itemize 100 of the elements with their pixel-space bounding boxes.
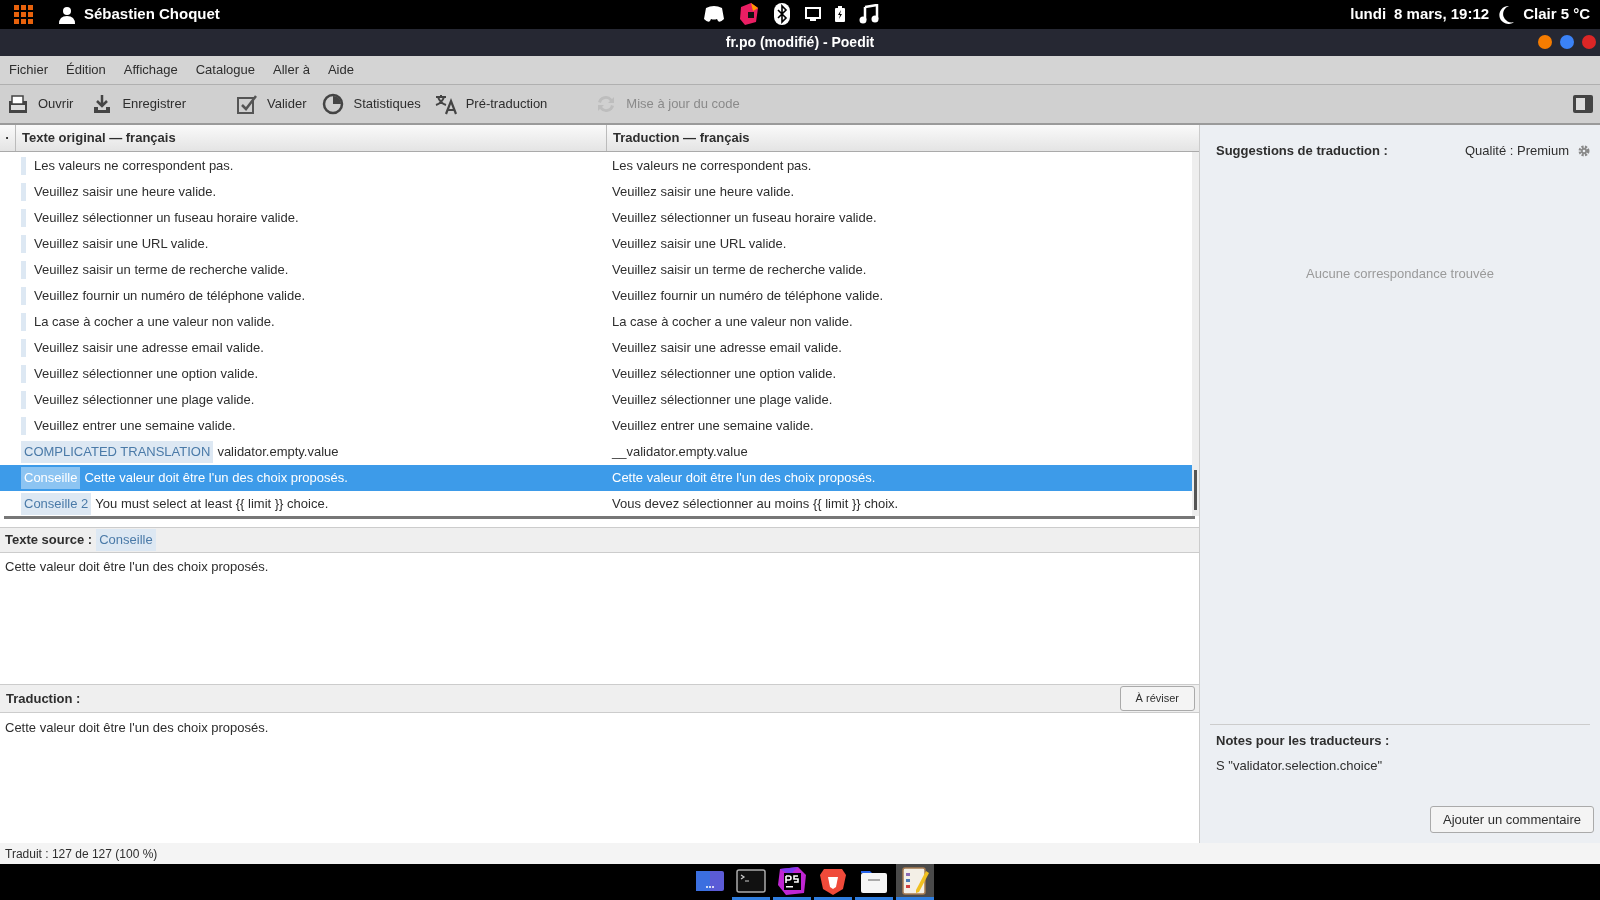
notes-title: Notes pour les traducteurs :: [1216, 732, 1391, 750]
translation-label: Traduction :: [6, 689, 81, 708]
user-icon: [58, 5, 76, 24]
table-row[interactable]: Conseille 2 You must select at least {{ limit }} choice. Vous devez sélectionner au moins {{ limit }} choix.: [0, 491, 1192, 517]
day-label[interactable]: lundi: [1350, 3, 1387, 26]
column-header[interactable]: ·: [0, 125, 16, 151]
menu-item[interactable]: Édition: [66, 60, 106, 80]
toolbar-button[interactable]: Pré-traduction: [434, 89, 548, 119]
menu-item[interactable]: Catalogue: [195, 60, 255, 80]
table-row[interactable]: COMPLICATED TRANSLATION validator.empty.value __validator.empty.value: [0, 439, 1192, 465]
table-row[interactable]: Veuillez sélectionner un fuseau horaire valide. Veuillez sélectionner un fuseau horaire valide.: [0, 205, 1192, 231]
menu-item[interactable]: Aller à: [273, 60, 310, 80]
table-row[interactable]: Veuillez saisir une adresse email valide. Veuillez saisir une adresse email valide.: [0, 335, 1192, 361]
table-row[interactable]: Veuillez sélectionner une option valide. Veuillez sélectionner une option valide.: [0, 361, 1192, 387]
table-row[interactable]: Veuillez sélectionner une plage valide. Veuillez sélectionner une plage valide.: [0, 387, 1192, 413]
table-row[interactable]: Veuillez saisir un terme de recherche valide. Veuillez saisir un terme de recherche valide.: [0, 257, 1192, 283]
context-tag: COMPLICATED TRANSLATION: [21, 441, 214, 463]
music-note-icon[interactable]: [859, 4, 879, 24]
row-marker: [21, 157, 26, 175]
column-header[interactable]: Texte original — français: [16, 125, 607, 151]
app-grid-icon[interactable]: [14, 4, 34, 25]
source-cell-text: La case à cocher a une valeur non valide.: [34, 313, 275, 332]
row-marker: [21, 417, 26, 435]
table-row[interactable]: Les valeurs ne correspondent pas. Les valeurs ne correspondent pas.: [0, 153, 1192, 179]
translation-cell-text: __validator.empty.value: [610, 443, 748, 462]
translation-cell-text: Veuillez sélectionner une plage valide.: [611, 391, 833, 410]
table-row[interactable]: Veuillez saisir une URL valide. Veuillez saisir une URL valide.: [0, 231, 1192, 257]
source-cell-text: Veuillez entrer une semaine valide.: [34, 417, 236, 436]
row-marker: [21, 287, 26, 305]
display-icon[interactable]: [805, 7, 821, 21]
table-row[interactable]: Veuillez fournir un numéro de téléphone valide. Veuillez fournir un numéro de téléphone valide.: [0, 283, 1192, 309]
table-row[interactable]: Veuillez entrer une semaine valide. Veuillez entrer une semaine valide.: [0, 413, 1192, 439]
table-row[interactable]: Veuillez saisir une heure valide. Veuillez saisir une heure valide.: [0, 179, 1192, 205]
dock-item[interactable]: [896, 864, 934, 900]
toolbar-button[interactable]: Statistiques: [322, 89, 421, 119]
row-marker: [21, 209, 26, 227]
toolbar-button[interactable]: Ouvrir: [7, 89, 74, 119]
row-marker: [21, 391, 26, 409]
source-cell-text: Les valeurs ne correspondent pas.: [34, 157, 234, 176]
source-label: Texte source :: [5, 531, 93, 550]
translation-field[interactable]: Cette valeur doit être l'un des choix proposés.: [0, 713, 1199, 843]
pie-chart-icon: [322, 93, 345, 115]
maximize-button[interactable]: [1560, 35, 1574, 49]
toolbar-button[interactable]: Enregistrer: [91, 89, 186, 119]
dock-item[interactable]: [773, 864, 811, 900]
translation-cell-text: Vous devez sélectionner au moins {{ limit }} choix.: [611, 495, 899, 514]
translation-cell-text: Veuillez saisir une URL valide.: [611, 235, 787, 254]
needs-review-button[interactable]: À réviser: [1119, 686, 1195, 711]
translation-cell-text: Veuillez fournir un numéro de téléphone valide.: [611, 287, 883, 306]
column-header[interactable]: Traduction — français: [607, 125, 1199, 151]
menu-item[interactable]: Aide: [327, 60, 354, 80]
suggestions-title: Suggestions de traduction :: [1216, 141, 1388, 160]
translation-cell-text: La case à cocher a une valeur non valide.: [611, 313, 853, 332]
translation-cell-text: Veuillez saisir une heure valide.: [611, 183, 795, 202]
row-marker: [21, 313, 26, 331]
app-logo-icon[interactable]: [739, 3, 759, 25]
source-cell-text: validator.empty.value: [217, 443, 339, 462]
source-cell-text: You must select at least {{ limit }} choice.: [95, 495, 329, 514]
toolbar-button[interactable]: Valider: [235, 89, 307, 119]
translation-cell-text: Veuillez saisir un terme de recherche valide.: [611, 261, 867, 280]
minimize-button[interactable]: [1538, 35, 1552, 49]
notes-text: S "validator.selection.choice": [1216, 756, 1384, 775]
add-comment-button[interactable]: Ajouter un commentaire: [1430, 806, 1594, 833]
sidebar-toggle-button[interactable]: [1573, 95, 1593, 113]
source-cell-text: Cette valeur doit être l'un des choix proposés.: [84, 469, 348, 488]
context-tag: Conseille: [96, 529, 156, 551]
status-text: Traduit : 127 de 127 (100 %): [5, 845, 158, 863]
translation-cell-text: Cette valeur doit être l'un des choix proposés.: [611, 469, 876, 488]
translation-cell-text: Veuillez entrer une semaine valide.: [611, 417, 814, 436]
source-text: Cette valeur doit être l'un des choix proposés.: [5, 559, 269, 574]
row-marker: [21, 339, 26, 357]
translation-cell-text: Veuillez sélectionner un fuseau horaire valide.: [611, 209, 877, 228]
moon-icon: [1497, 4, 1516, 25]
menu-item[interactable]: Affichage: [123, 60, 178, 80]
scrollbar[interactable]: [1192, 152, 1199, 516]
source-cell-text: Veuillez sélectionner une option valide.: [34, 365, 259, 384]
settings-icon[interactable]: [1578, 144, 1590, 157]
source-cell-text: Veuillez saisir une heure valide.: [34, 183, 217, 202]
checkbox-icon: [235, 93, 258, 115]
weather-label[interactable]: Clair 5 °C: [1523, 3, 1590, 26]
source-cell-text: Veuillez saisir un terme de recherche valide.: [34, 261, 289, 280]
row-marker: [21, 183, 26, 201]
context-tag: Conseille: [21, 467, 81, 489]
user-name[interactable]: Sébastien Choquet: [84, 3, 220, 26]
row-marker: [21, 365, 26, 383]
quality-label: Qualité : Premium: [1464, 141, 1569, 160]
row-marker: [21, 261, 26, 279]
translate-icon: [434, 93, 457, 115]
translation-text: Cette valeur doit être l'un des choix proposés.: [5, 720, 269, 735]
battery-icon[interactable]: [835, 6, 845, 22]
source-cell-text: Veuillez sélectionner une plage valide.: [34, 391, 255, 410]
close-button[interactable]: [1582, 35, 1596, 49]
source-cell-text: Veuillez fournir un numéro de téléphone valide.: [34, 287, 305, 306]
date-time[interactable]: 8 mars, 19:12: [1394, 3, 1490, 26]
table-row[interactable]: La case à cocher a une valeur non valide. La case à cocher a une valeur non valide.: [0, 309, 1192, 335]
menu-item[interactable]: Fichier: [9, 60, 48, 80]
source-cell-text: Veuillez sélectionner un fuseau horaire valide.: [34, 209, 299, 228]
bluetooth-icon[interactable]: [773, 3, 791, 25]
chat-app-icon[interactable]: [703, 5, 725, 23]
source-cell-text: Veuillez saisir une URL valide.: [34, 235, 209, 254]
